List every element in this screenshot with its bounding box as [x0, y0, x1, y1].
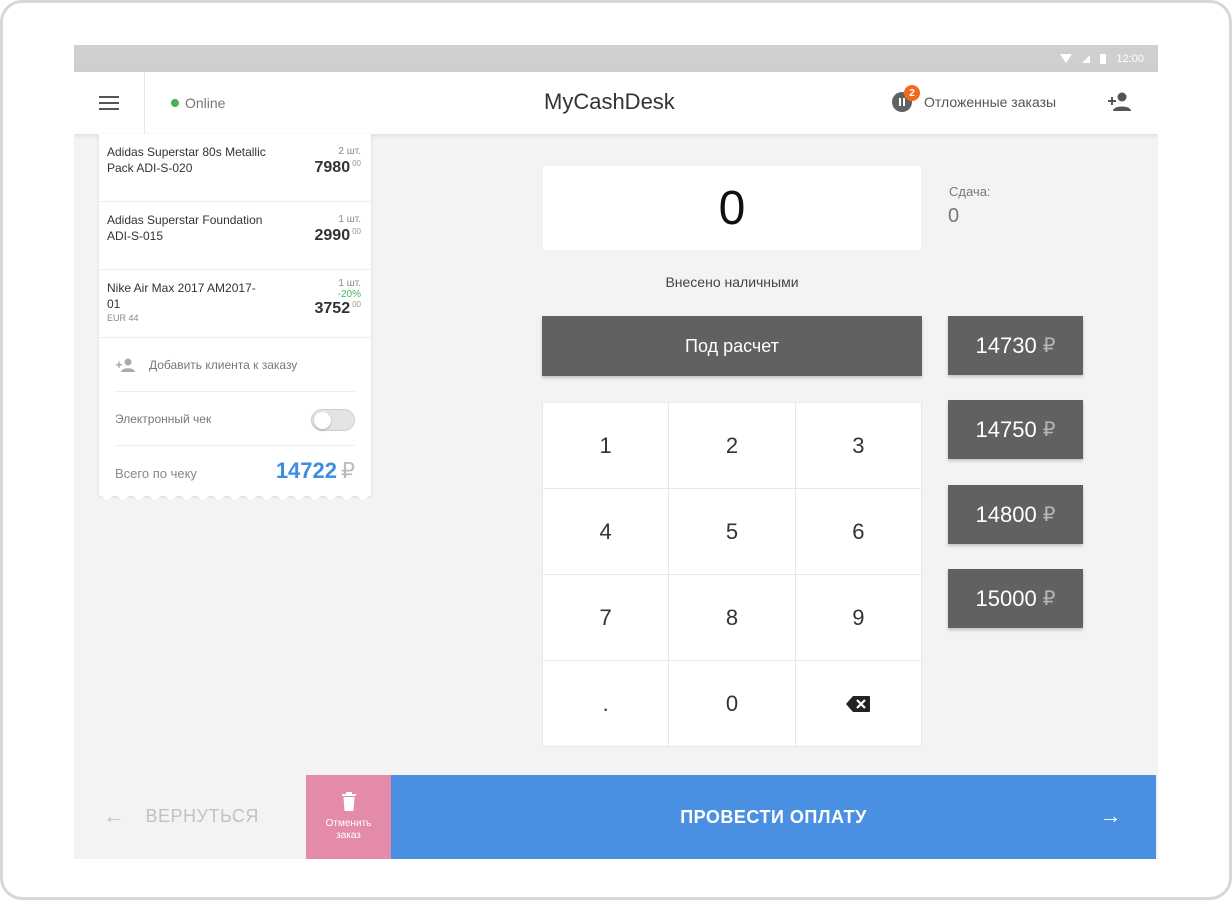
quick-amount-currency: ₽ — [1042, 504, 1056, 526]
item-price: 3752 00 — [315, 300, 362, 318]
item-quantity: 2 шт. — [338, 146, 361, 157]
back-button[interactable]: ← ВЕРНУТЬСЯ — [103, 803, 259, 829]
quick-amount-button[interactable]: 14750 ₽ — [948, 400, 1083, 459]
receipt-panel: Adidas Superstar 80s Metallic Pack ADI-S… — [99, 134, 371, 501]
item-price-cents: 00 — [352, 300, 361, 309]
receipt-item[interactable]: Adidas Superstar Foundation ADI-S-015 1 … — [99, 202, 371, 270]
signal-icon — [1082, 54, 1091, 63]
numeric-keypad: 1 2 3 4 5 6 7 8 9 . 0 — [542, 402, 922, 747]
quick-amount-button[interactable]: 14800 ₽ — [948, 485, 1083, 544]
back-label: ВЕРНУТЬСЯ — [145, 805, 259, 826]
total-currency: ₽ — [341, 458, 355, 483]
quick-amount-value: 14730 — [975, 332, 1037, 358]
cancel-order-label: Отменить заказ — [325, 818, 372, 841]
item-summary: 1 шт. -20% 3752 00 — [315, 278, 362, 318]
quick-amount-value: 14800 — [975, 501, 1037, 527]
connection-status: Online — [171, 95, 225, 111]
item-price-value: 7980 — [314, 159, 351, 176]
menu-button[interactable] — [74, 72, 145, 134]
app-screen: 12:00 Online MyCashDesk 2 Отложенные зак… — [74, 45, 1158, 859]
add-client-label: Добавить клиента к заказу — [149, 357, 298, 372]
quick-amount-value: 14750 — [975, 416, 1037, 442]
cash-amount-display: 0 — [543, 166, 921, 250]
arrow-left-icon: ← — [103, 803, 126, 828]
arrow-right-icon: → — [1099, 803, 1122, 828]
add-person-icon[interactable] — [1107, 91, 1133, 113]
e-receipt-label: Электронный чек — [115, 411, 212, 426]
receipt-torn-edge — [99, 494, 371, 501]
receipt-item[interactable]: Nike Air Max 2017 AM2017-01 EUR 44 1 шт.… — [99, 270, 371, 338]
pause-icon: 2 — [892, 85, 920, 112]
connection-status-label: Online — [185, 95, 226, 111]
item-price: 7980 00 — [315, 159, 362, 177]
item-discount: -20% — [337, 289, 361, 300]
e-receipt-row: Электронный чек — [115, 392, 355, 446]
key-5[interactable]: 5 — [669, 489, 795, 574]
quick-amount-button[interactable]: 14730 ₽ — [948, 316, 1083, 375]
item-summary: 2 шт. 7980 00 — [315, 146, 362, 177]
total-row: Всего по чеку 14722 ₽ — [115, 446, 355, 500]
total-value: 14722 ₽ — [276, 458, 355, 484]
key-0[interactable]: 0 — [669, 661, 795, 746]
cancel-order-button[interactable]: Отменить заказ — [306, 775, 391, 859]
change-label: Сдача: — [949, 184, 991, 199]
quick-amount-button[interactable]: 15000 ₽ — [948, 569, 1083, 628]
quick-amount-value: 15000 — [975, 585, 1037, 611]
item-summary: 1 шт. 2990 00 — [315, 214, 362, 245]
battery-icon — [1100, 53, 1107, 64]
item-price: 2990 00 — [315, 227, 362, 245]
key-3[interactable]: 3 — [795, 403, 921, 488]
item-quantity: 1 шт. — [338, 278, 361, 289]
tablet-frame: 12:00 Online MyCashDesk 2 Отложенные зак… — [0, 0, 1232, 900]
backspace-icon — [846, 695, 871, 712]
deferred-orders-button[interactable]: 2 Отложенные заказы — [892, 85, 1057, 112]
e-receipt-toggle[interactable] — [311, 409, 355, 431]
app-bar: Online MyCashDesk 2 Отложенные заказы — [74, 72, 1158, 134]
key-4[interactable]: 4 — [543, 489, 669, 574]
item-price-cents: 00 — [352, 227, 361, 236]
exact-amount-button[interactable]: Под расчет — [542, 316, 922, 376]
item-price-value: 3752 — [314, 300, 351, 317]
quick-amount-currency: ₽ — [1042, 588, 1056, 610]
trash-icon — [341, 792, 356, 811]
status-bar: 12:00 — [74, 45, 1158, 72]
online-dot-icon — [171, 99, 179, 107]
item-name: Nike Air Max 2017 AM2017-01 — [107, 281, 256, 311]
wifi-icon — [1060, 54, 1073, 63]
hamburger-icon — [99, 96, 119, 110]
item-price-value: 2990 — [314, 227, 351, 244]
add-client-icon — [116, 358, 135, 372]
quick-amount-currency: ₽ — [1042, 419, 1056, 441]
deferred-orders-label: Отложенные заказы — [924, 94, 1057, 110]
process-payment-button[interactable]: ПРОВЕСТИ ОПЛАТУ → — [391, 775, 1156, 859]
item-name: Adidas Superstar 80s Metallic Pack ADI-S… — [107, 145, 266, 175]
key-backspace[interactable] — [795, 661, 921, 746]
key-decimal[interactable]: . — [543, 661, 669, 746]
key-2[interactable]: 2 — [669, 403, 795, 488]
cash-received-label: Внесено наличными — [665, 274, 799, 290]
process-payment-label: ПРОВЕСТИ ОПЛАТУ — [680, 806, 867, 827]
add-client-button[interactable]: Добавить клиента к заказу — [115, 338, 355, 392]
change-value: 0 — [948, 205, 960, 227]
item-name: Adidas Superstar Foundation ADI-S-015 — [107, 213, 263, 243]
key-8[interactable]: 8 — [669, 575, 795, 660]
key-6[interactable]: 6 — [795, 489, 921, 574]
quick-amount-currency: ₽ — [1042, 335, 1056, 357]
item-quantity: 1 шт. — [338, 214, 361, 225]
key-7[interactable]: 7 — [543, 575, 669, 660]
toggle-knob — [314, 412, 331, 429]
total-label: Всего по чеку — [115, 465, 197, 481]
item-price-cents: 00 — [352, 159, 361, 168]
receipt-item[interactable]: Adidas Superstar 80s Metallic Pack ADI-S… — [99, 134, 371, 202]
deferred-count-badge: 2 — [904, 85, 920, 101]
app-title: MyCashDesk — [544, 89, 675, 114]
key-1[interactable]: 1 — [543, 403, 669, 488]
total-amount: 14722 — [275, 458, 337, 483]
status-time: 12:00 — [1116, 52, 1144, 65]
key-9[interactable]: 9 — [795, 575, 921, 660]
